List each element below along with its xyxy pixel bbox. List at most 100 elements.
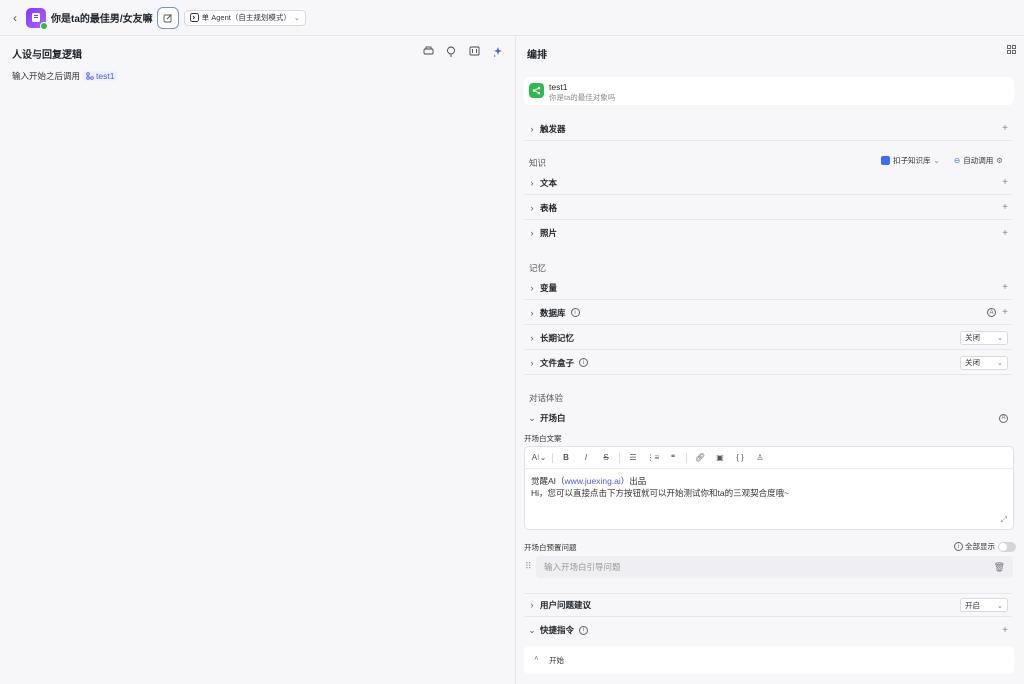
- code-icon[interactable]: { }: [730, 453, 750, 462]
- arrange-panel: 编排 test1 你是ta的最佳对象吗 › 触发器 + 知识 扣子知识库 ⌄ ⊖…: [517, 36, 1024, 684]
- knowledge-text-label: 文本: [540, 177, 558, 188]
- online-status-dot: [40, 21, 48, 30]
- add-photo-icon[interactable]: +: [1002, 228, 1008, 239]
- knowledge-table-row[interactable]: › 表格 +: [524, 196, 1012, 220]
- chevron-down-icon: ⌄: [996, 358, 1003, 367]
- kb-source-label: 扣子知识库: [893, 156, 931, 165]
- bot-avatar[interactable]: [26, 7, 48, 30]
- strikethrough-icon[interactable]: S: [596, 453, 616, 462]
- chevron-right-icon: ›: [530, 307, 534, 318]
- add-trigger-icon[interactable]: +: [1002, 123, 1008, 134]
- user-icon[interactable]: ♙: [750, 453, 770, 462]
- auto-call-icon: ⊖: [954, 156, 961, 165]
- preset-question-input[interactable]: 输入开场白引导问题 🗑︎: [536, 556, 1013, 578]
- text-size-icon[interactable]: A⁝⌄: [529, 453, 549, 462]
- kb-source-select[interactable]: 扣子知识库 ⌄: [881, 155, 940, 166]
- template-icon[interactable]: [422, 45, 434, 57]
- show-all-label: 全部显示: [965, 542, 995, 551]
- edit-bot-button[interactable]: [156, 6, 179, 29]
- auto-call-select[interactable]: ⊖ 自动调用 ⚙: [954, 155, 1003, 166]
- chevron-right-icon: ›: [530, 357, 534, 368]
- workflow-tag[interactable]: test1: [83, 71, 118, 81]
- chevron-up-icon: ˄: [534, 654, 539, 663]
- bullet-list-icon[interactable]: ☰: [623, 453, 643, 462]
- opening-editor-body[interactable]: 觉醒AI（www.juexing.ai）出品 Hi，您可以直接点击下方按钮就可以…: [525, 469, 1013, 505]
- dialog-section-title: 对话体验: [529, 393, 564, 403]
- editor-toolbar: A⁝⌄ B I S ☰ ⋮≡ ❝ 🔗︎ ▣ { } ♙: [525, 447, 1013, 469]
- link-icon[interactable]: 🔗︎: [690, 453, 710, 462]
- delete-icon[interactable]: 🗑︎: [994, 562, 1005, 573]
- database-row[interactable]: › 数据库 i A +: [524, 301, 1012, 325]
- question-suggestions-value: 开启: [965, 600, 980, 610]
- shortcut-item-label: 开始: [549, 656, 564, 665]
- numbered-list-icon[interactable]: ⋮≡: [643, 453, 663, 462]
- image-icon[interactable]: ▣: [710, 453, 730, 462]
- info-icon[interactable]: i: [570, 308, 580, 317]
- chevron-right-icon: ›: [530, 282, 534, 293]
- expand-icon[interactable]: [468, 45, 480, 57]
- chevron-down-icon: ⌄: [933, 156, 940, 165]
- workflow-tag-label: test1: [96, 71, 115, 81]
- top-bar: ‹ 你是ta的最佳男/女友嘛 单 Agent（自主规划模式） ⌄: [0, 0, 1024, 36]
- file-box-select[interactable]: 关闭 ⌄: [960, 355, 1008, 370]
- show-all-toggle-group: i 全部显示: [954, 541, 1016, 552]
- chevron-down-icon: ⌄: [996, 333, 1003, 342]
- ai-optimize-icon[interactable]: [491, 45, 503, 57]
- shortcut-item[interactable]: ˄ 开始: [524, 646, 1014, 674]
- workflow-card[interactable]: test1 你是ta的最佳对象吗: [524, 77, 1014, 105]
- auto-call-label: 自动调用: [963, 156, 994, 165]
- variables-row[interactable]: › 变量 +: [524, 276, 1012, 300]
- add-shortcut-icon[interactable]: +: [1002, 625, 1008, 636]
- italic-icon[interactable]: I: [576, 453, 596, 462]
- gear-icon[interactable]: ⚙: [996, 156, 1003, 165]
- memory-section-title: 记忆: [529, 263, 547, 273]
- chevron-right-icon: ›: [530, 600, 534, 610]
- long-term-memory-row[interactable]: › 长期记忆 关闭 ⌄: [524, 326, 1012, 350]
- opening-text-label: 开场白文案: [524, 434, 562, 443]
- lightbulb-icon[interactable]: [445, 45, 457, 57]
- workflow-icon: [86, 72, 94, 80]
- quote-icon[interactable]: ❝: [663, 453, 683, 462]
- opening-link[interactable]: www.juexing.ai: [565, 476, 621, 486]
- auto-icon[interactable]: A: [987, 308, 996, 317]
- info-icon[interactable]: i: [954, 542, 963, 551]
- persona-panel: 人设与回复逻辑 输入开始之后调用 test1: [0, 36, 516, 684]
- add-table-icon[interactable]: +: [1002, 202, 1008, 213]
- trigger-row[interactable]: › 触发器 +: [524, 117, 1012, 141]
- trigger-label: 触发器: [540, 123, 566, 134]
- chevron-right-icon: ›: [530, 123, 534, 134]
- preset-question-placeholder: 输入开场白引导问题: [544, 562, 621, 572]
- info-icon[interactable]: i: [579, 358, 589, 367]
- opening-line-1: 觉醒AI（www.juexing.ai）出品: [531, 476, 647, 486]
- question-suggestions-select[interactable]: 开启 ⌄: [960, 598, 1008, 612]
- info-icon[interactable]: i: [579, 625, 589, 635]
- resize-icon[interactable]: ⤢: [1001, 515, 1007, 525]
- show-all-toggle[interactable]: [998, 541, 1016, 552]
- opening-editor[interactable]: A⁝⌄ B I S ☰ ⋮≡ ❝ 🔗︎ ▣ { } ♙ 觉醒AI（www.jue…: [524, 446, 1014, 530]
- agent-mode-select[interactable]: 单 Agent（自主规划模式） ⌄: [183, 9, 307, 26]
- opening-label: 开场白: [540, 413, 566, 423]
- long-term-memory-label: 长期记忆: [540, 332, 575, 343]
- opening-row[interactable]: ⌄ 开场白 A: [524, 406, 1012, 430]
- bold-icon[interactable]: B: [556, 453, 576, 462]
- arrange-title: 编排: [527, 50, 547, 61]
- persona-prompt[interactable]: 输入开始之后调用 test1: [12, 70, 118, 82]
- edit-icon: [163, 13, 172, 22]
- add-database-icon[interactable]: +: [1002, 307, 1008, 318]
- auto-icon[interactable]: A: [999, 413, 1008, 423]
- long-term-memory-select[interactable]: 关闭 ⌄: [960, 330, 1008, 345]
- knowledge-text-row[interactable]: › 文本 +: [524, 171, 1012, 195]
- file-box-label: 文件盒子: [540, 357, 575, 368]
- knowledge-photo-row[interactable]: › 照片 +: [524, 221, 1012, 245]
- layout-grid-icon[interactable]: [1007, 45, 1016, 56]
- add-variable-icon[interactable]: +: [1002, 282, 1008, 293]
- file-box-row[interactable]: › 文件盒子 i 关闭 ⌄: [524, 351, 1012, 375]
- add-text-icon[interactable]: +: [1002, 177, 1008, 188]
- question-suggestions-row[interactable]: › 用户问题建议 开启 ⌄: [524, 593, 1012, 617]
- drag-handle-icon[interactable]: ⠿: [525, 561, 532, 572]
- preset-questions-label: 开场白预置问题: [524, 543, 577, 552]
- file-box-value: 关闭: [965, 358, 980, 367]
- back-icon[interactable]: ‹: [8, 11, 22, 25]
- chevron-down-icon: ⌄: [528, 624, 536, 635]
- shortcuts-row[interactable]: ⌄ 快捷指令 i +: [524, 618, 1012, 642]
